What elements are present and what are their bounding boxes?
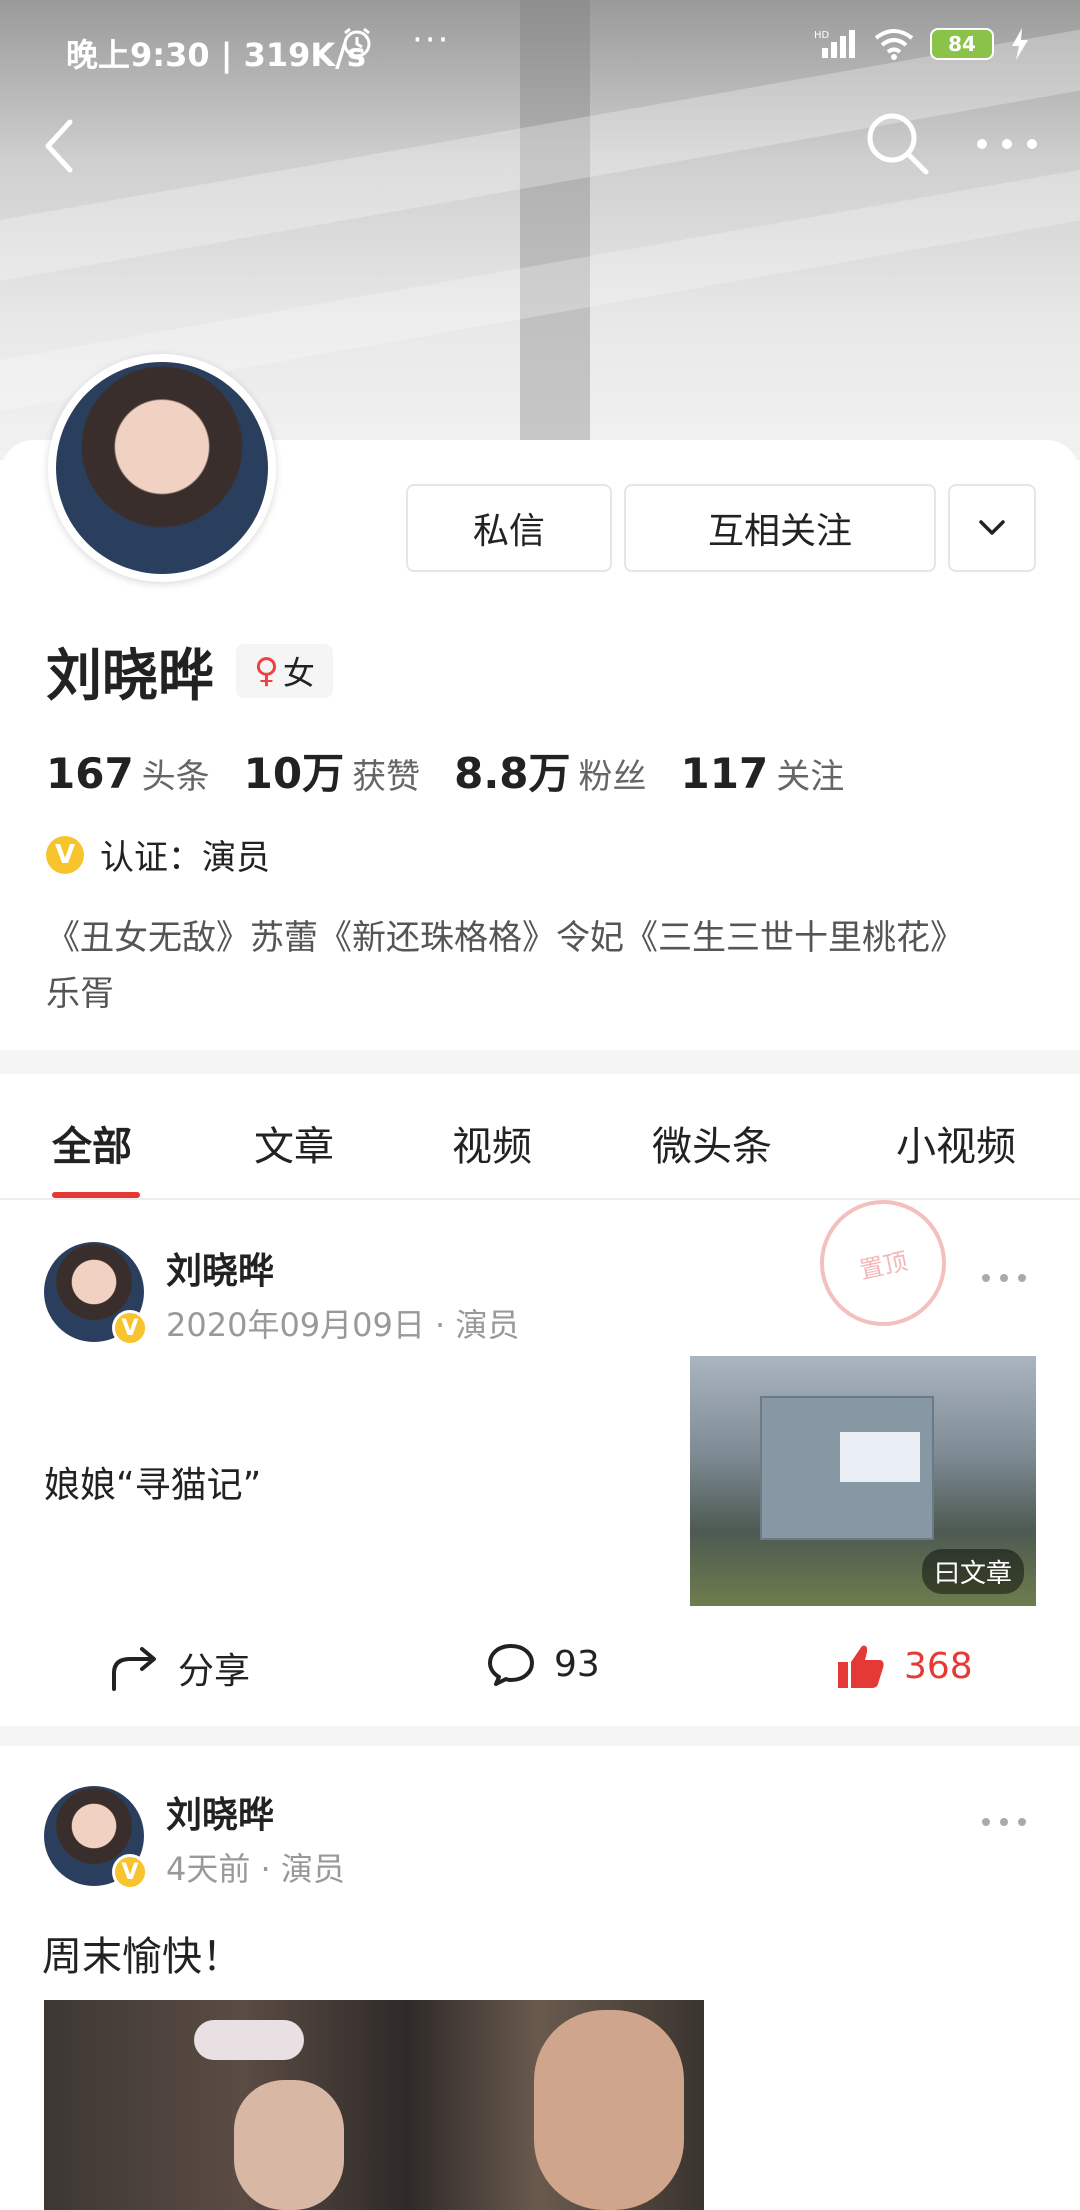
tab-all[interactable]: 全部 [52, 1114, 132, 1172]
stat-value: 8.8万 [454, 749, 571, 798]
stat-likes[interactable]: 10万 获赞 [244, 740, 420, 801]
profile-bio: 《丑女无敌》苏蕾《新还珠格格》令妃《三生三世十里桃花》乐胥 [46, 918, 964, 1014]
share-icon [112, 1647, 156, 1691]
status-time: 晚上9:30 | 319K/s [66, 36, 366, 74]
stat-label: 粉丝 [578, 757, 647, 797]
post-thumbnail[interactable]: 曰文章 [690, 1356, 1036, 1606]
stat-label: 头条 [141, 757, 210, 797]
post-card[interactable]: V 刘晓晔 4天前 · 演员 周末愉快！ [0, 1746, 1080, 2210]
status-bar: 晚上9:30 | 319K/s ··· HD 84 [0, 20, 1080, 80]
gender-badge: ♀ 女 [236, 644, 333, 698]
stat-label: 获赞 [352, 757, 421, 797]
verified-icon: V [46, 835, 84, 874]
stat-value: 10万 [243, 749, 345, 798]
stat-label: 关注 [776, 757, 845, 797]
status-more-dots: ··· [412, 20, 451, 60]
signal-icon: HD [814, 30, 855, 58]
share-button[interactable]: 分享 [110, 1642, 250, 1694]
gender-label: 女 [282, 654, 315, 692]
wifi-icon [874, 29, 914, 60]
more-icon[interactable] [980, 1812, 1028, 1832]
stat-value: 117 [680, 749, 769, 798]
status-right: HD 84 [814, 28, 1030, 60]
tab-videos[interactable]: 视频 [452, 1114, 532, 1172]
post-avatar[interactable]: V [44, 1786, 148, 1890]
verified-icon: V [112, 1854, 148, 1890]
post-meta: 4天前 · 演员 [166, 1850, 345, 1888]
stat-following[interactable]: 117 关注 [681, 749, 845, 798]
comment-icon [488, 1644, 534, 1686]
profile-stats: 167 头条 10万 获赞 8.8万 粉丝 117 关注 [46, 740, 844, 801]
back-icon[interactable] [40, 116, 80, 176]
chevron-down-icon [979, 520, 1005, 535]
stat-value: 167 [46, 749, 134, 798]
tab-short-videos[interactable]: 小视频 [896, 1114, 1016, 1172]
stat-headlines[interactable]: 167 头条 [46, 749, 210, 798]
comment-button[interactable]: 93 [486, 1642, 600, 1686]
thumbs-up-icon [838, 1645, 884, 1688]
divider [0, 1726, 1080, 1746]
pinned-stamp: 置顶 [808, 1188, 958, 1338]
profile-avatar[interactable] [48, 354, 276, 582]
comment-count: 93 [554, 1643, 600, 1685]
message-button[interactable]: 私信 [406, 484, 612, 572]
verification-row: V 认证：演员 [46, 830, 270, 879]
follow-button[interactable]: 互相关注 [624, 484, 936, 572]
share-label: 分享 [178, 1651, 251, 1692]
tab-micro-headlines[interactable]: 微头条 [652, 1114, 772, 1172]
article-badge: 曰文章 [921, 1549, 1024, 1594]
search-icon[interactable] [864, 110, 930, 176]
charging-icon [1012, 28, 1028, 60]
svg-text:HD: HD [814, 30, 830, 41]
post-video[interactable] [44, 2000, 704, 2210]
profile-name: 刘晓晔 [46, 643, 214, 709]
like-count: 368 [904, 1645, 973, 1687]
post-text[interactable]: 周末愉快！ [42, 1924, 242, 1982]
stat-fans[interactable]: 8.8万 粉丝 [454, 740, 646, 801]
more-icon[interactable] [980, 1268, 1028, 1288]
female-icon: ♀ [254, 651, 279, 691]
divider [0, 1050, 1080, 1074]
top-nav [0, 110, 1080, 190]
like-button[interactable]: 368 [836, 1642, 973, 1690]
post-title[interactable]: 娘娘“寻猫记” [44, 1456, 261, 1508]
post-meta: 2020年09月09日 · 演员 [166, 1306, 520, 1344]
verified-icon: V [112, 1310, 148, 1346]
post-author[interactable]: 刘晓晔 [166, 1786, 274, 1838]
dropdown-button[interactable] [948, 484, 1036, 572]
post-card[interactable]: V 刘晓晔 2020年09月09日 · 演员 置顶 娘娘“寻猫记” 曰文章 分享… [0, 1188, 1080, 1726]
name-row: 刘晓晔 ♀ 女 [46, 636, 333, 709]
alarm-icon [343, 27, 371, 58]
content-tabs: 全部 文章 视频 微头条 小视频 [0, 1100, 1080, 1198]
tab-articles[interactable]: 文章 [254, 1114, 334, 1172]
post-avatar[interactable]: V [44, 1242, 148, 1346]
post-author[interactable]: 刘晓晔 [166, 1242, 274, 1294]
battery-indicator: 84 [930, 28, 994, 60]
more-icon[interactable] [974, 116, 1040, 166]
post-actions: 分享 93 368 [0, 1620, 1080, 1720]
verification-text: 认证：演员 [100, 838, 270, 878]
